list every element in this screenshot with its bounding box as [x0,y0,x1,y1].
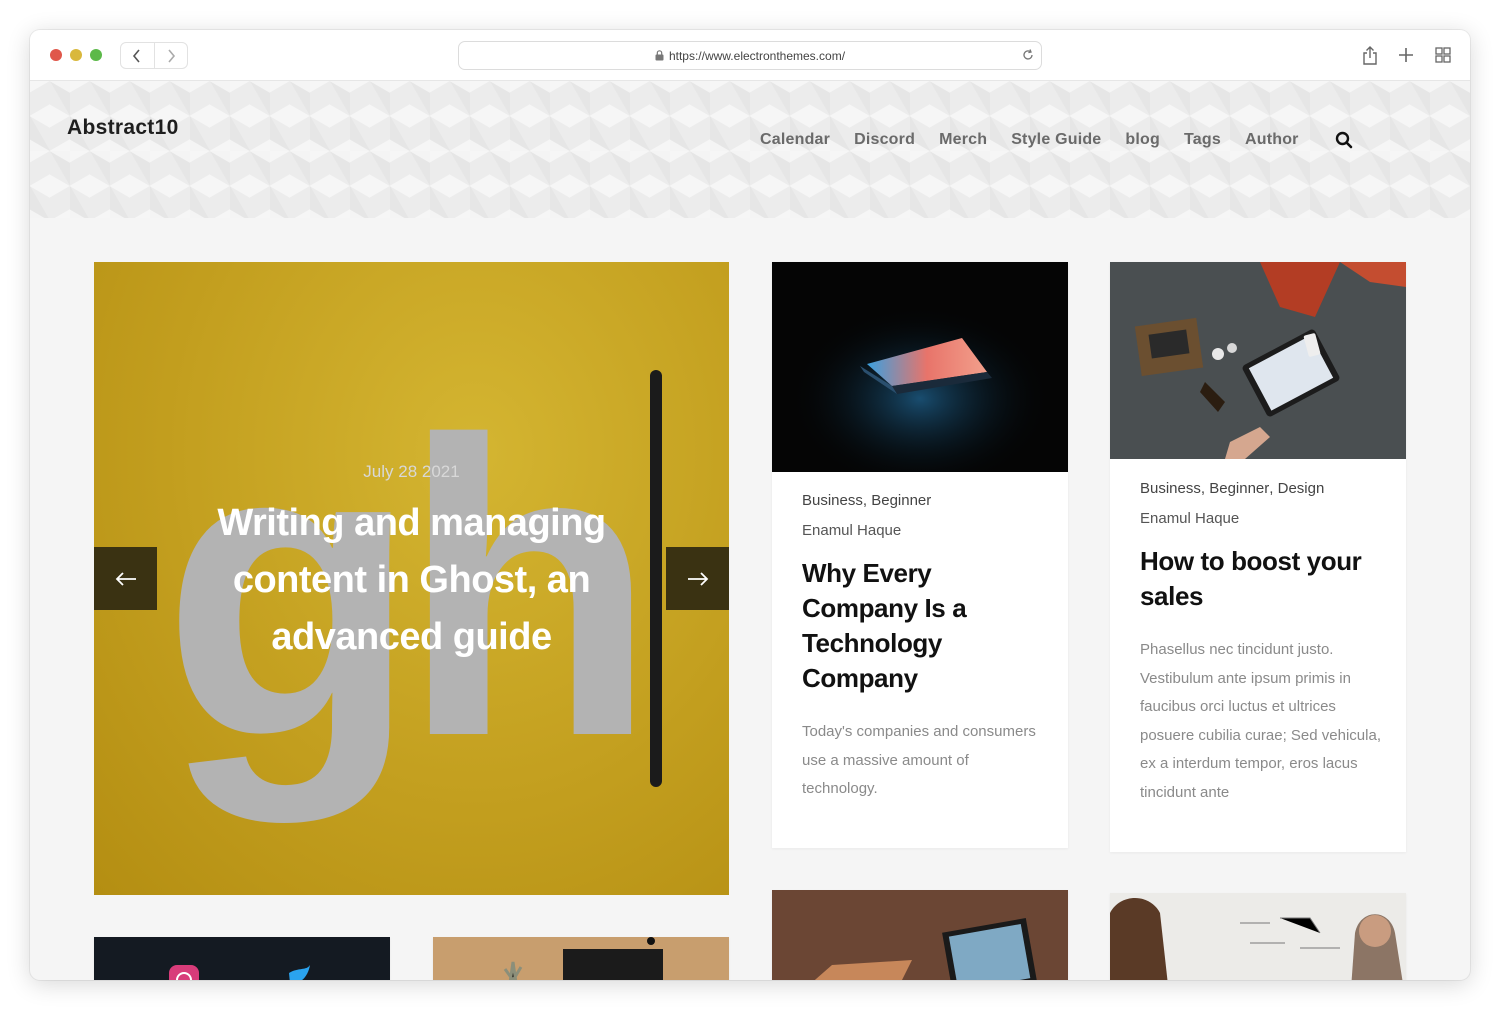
nav-link-merch[interactable]: Merch [939,131,987,149]
minimize-window-button[interactable] [70,49,82,61]
chevron-right-icon [168,48,175,63]
post-excerpt: Today's companies and consumers use a ma… [802,723,1036,797]
post-card[interactable]: Business Beginner Design Enamul Haque Ho… [1110,262,1406,852]
back-button[interactable] [121,43,154,68]
tag-link[interactable]: Beginner [1201,480,1269,497]
post-card-body: Business Beginner Enamul Haque Why Every… [802,492,1044,804]
new-tab-icon[interactable] [1396,45,1416,65]
arrow-right-icon [687,571,708,586]
slider-next-button[interactable] [666,547,729,610]
chevron-left-icon [133,48,140,63]
site-header: Abstract10 Calendar Discord Merch Style … [30,81,1470,218]
post-image-social[interactable] [94,937,390,980]
post-image-plant[interactable] [433,937,729,980]
browser-window: https://www.electronthemes.com/ Abstract… [30,30,1470,980]
post-title[interactable]: How to boost your sales [1140,544,1382,614]
browser-toolbar: https://www.electronthemes.com/ [30,30,1470,81]
reload-icon[interactable] [1021,48,1035,65]
tag-link[interactable]: Design [1269,480,1325,497]
tag-link[interactable]: Beginner [863,492,931,509]
search-icon [1335,131,1353,149]
zoom-window-button[interactable] [90,49,102,61]
history-nav [120,42,188,69]
post-image-laptop[interactable] [772,262,1068,472]
post-image-workspace[interactable] [772,890,1068,980]
tag-link[interactable]: Business [802,492,863,509]
featured-slider: gh July 28 2021 Writing and managing con… [94,262,729,895]
address-bar[interactable]: https://www.electronthemes.com/ [458,41,1042,70]
nav-link-calendar[interactable]: Calendar [760,131,830,149]
post-author[interactable]: Enamul Haque [1140,510,1382,527]
forward-button[interactable] [153,43,188,68]
main-nav: Calendar Discord Merch Style Guide blog … [760,131,1299,149]
arrow-left-icon [115,571,136,586]
post-card[interactable]: Business Beginner Enamul Haque Why Every… [772,262,1068,848]
nav-link-tags[interactable]: Tags [1184,131,1221,149]
hero-title[interactable]: Writing and managing content in Ghost, a… [174,495,649,666]
nav-link-author[interactable]: Author [1245,131,1299,149]
tag-link[interactable]: Business [1140,480,1201,497]
post-image-desk[interactable] [1110,262,1406,459]
post-card-body: Business Beginner Design Enamul Haque Ho… [1140,480,1382,807]
slider-prev-button[interactable] [94,547,157,610]
nav-link-style-guide[interactable]: Style Guide [1011,131,1101,149]
close-window-button[interactable] [50,49,62,61]
lock-icon [655,50,664,61]
post-image-whiteboard[interactable] [1110,893,1406,980]
hero-decorative-bar [650,370,662,787]
post-author[interactable]: Enamul Haque [802,522,1044,539]
site-logo[interactable]: Abstract10 [67,116,179,140]
post-excerpt: Phasellus nec tincidunt justo. Vestibulu… [1140,641,1381,801]
nav-link-blog[interactable]: blog [1125,131,1160,149]
nav-link-discord[interactable]: Discord [854,131,915,149]
post-tags: Business Beginner [802,492,1044,509]
search-button[interactable] [1335,131,1355,151]
hero-date: July 28 2021 [363,462,460,481]
post-title[interactable]: Why Every Company Is a Technology Compan… [802,556,1044,696]
share-icon[interactable] [1360,45,1380,65]
tab-overview-icon[interactable] [1433,45,1453,65]
post-tags: Business Beginner Design [1140,480,1382,497]
url-text: https://www.electronthemes.com/ [668,48,846,63]
